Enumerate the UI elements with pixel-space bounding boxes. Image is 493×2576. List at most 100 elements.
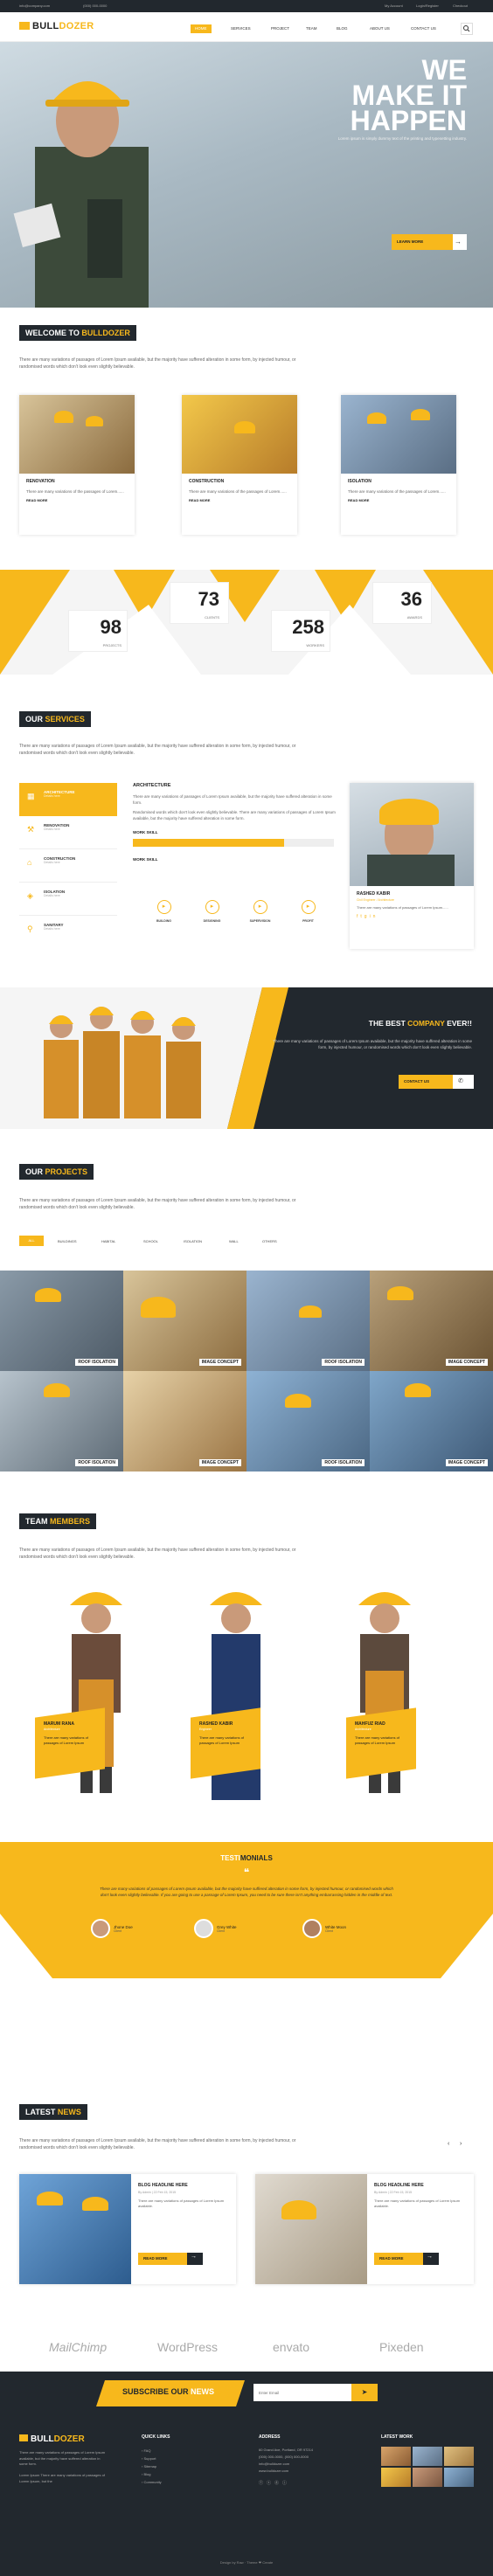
linkedin-icon[interactable]: in <box>370 914 378 919</box>
projects-text: There are many variations of passages of… <box>19 1198 296 1210</box>
hero-line3: HAPPEN <box>350 105 467 136</box>
work-thumb[interactable] <box>381 2447 411 2466</box>
prev-arrow-icon[interactable]: ‹ <box>448 2141 449 2147</box>
testimonial-person-1[interactable]: Jhone Doe Client <box>91 1919 133 1938</box>
filter-buildings[interactable]: BUILDINGS <box>58 1239 77 1243</box>
engineer-card: RASHED KABIR Civil Engineer / Architectur… <box>350 783 474 949</box>
filter-habital[interactable]: HABITAL <box>101 1239 115 1243</box>
contact-us-button[interactable]: CONTACT US ✆ <box>399 1075 474 1089</box>
next-arrow-icon[interactable]: › <box>460 2141 462 2147</box>
top-bar: info@company.com (000) 000-0000 My Accou… <box>0 0 493 12</box>
email-text: info@company.com <box>19 3 51 8</box>
linkedin-icon[interactable]: ⓘ <box>282 2481 290 2486</box>
service-item-renovation[interactable]: ⚒ RENOVATION Details here <box>19 816 117 849</box>
service-item-sanitary[interactable]: ⚲ SANITARY Details here <box>19 916 117 949</box>
footer-logo[interactable]: BULLDOZER <box>19 2434 85 2444</box>
partner-wordpress[interactable]: WordPress <box>157 2340 218 2354</box>
login-link[interactable]: Login/Register <box>416 3 439 8</box>
news-post-2[interactable]: BLOG HEADLINE HERE By Admin | 22 Feb 15, … <box>255 2174 474 2284</box>
nav-about[interactable]: ABOUT US <box>365 24 394 33</box>
web-line: www.bulldozer.com <box>259 2469 289 2473</box>
project-tile-8[interactable]: IMAGE CONCEPT <box>370 1371 493 1472</box>
read-more-link[interactable]: READ MORE <box>189 498 290 502</box>
service-item-architecture[interactable]: ▦ ARCHITECTURE Details here <box>19 783 117 816</box>
project-tile-4[interactable]: IMAGE CONCEPT <box>370 1271 493 1371</box>
service-item-isolation[interactable]: ◈ ISOLATION Details here <box>19 883 117 916</box>
nav-home[interactable]: HOME <box>191 24 212 33</box>
filter-others[interactable]: OTHERS <box>262 1239 277 1243</box>
testimonial-person-2[interactable]: Grey White Client <box>194 1919 237 1938</box>
nav-blog[interactable]: BLOG <box>332 24 352 33</box>
testimonials-title: TESTIMONIALS <box>220 1854 273 1862</box>
latest-work-grid <box>381 2447 476 2508</box>
project-tile-2[interactable]: IMAGE CONCEPT <box>123 1271 246 1371</box>
project-tile-5[interactable]: ROOF ISOLATION <box>0 1371 123 1472</box>
welcome-card-1[interactable]: RENOVATION There are many variations of t… <box>19 395 135 535</box>
footer-about: There are many variations of passages of… <box>19 2450 106 2466</box>
read-more-button[interactable]: READ MORE → <box>374 2253 439 2265</box>
copyright: Design by Raw · Theme ❤ Create <box>219 2560 274 2565</box>
engineer-text: There are many variations of passages of… <box>357 905 448 910</box>
card-text: There are many variations of the passage… <box>189 489 287 494</box>
quick-link-support[interactable]: › Support <box>142 2455 162 2462</box>
quick-link-faq[interactable]: › FAQ <box>142 2447 162 2455</box>
search-icon[interactable] <box>461 23 473 35</box>
quick-links-list: › FAQ › Support › Sitemap › Blog › Commu… <box>142 2447 162 2486</box>
faucet-icon: ⚲ <box>27 924 33 933</box>
project-tile-7[interactable]: ROOF ISOLATION <box>246 1371 370 1472</box>
filter-isolation[interactable]: ISOLATION <box>184 1239 202 1243</box>
nav-services[interactable]: SERVICES <box>226 24 255 33</box>
welcome-card-3[interactable]: ISOLATION There are many variations of th… <box>341 395 456 535</box>
work-thumb[interactable] <box>413 2468 442 2487</box>
filter-school[interactable]: SCHOOL <box>143 1239 158 1243</box>
facebook-icon[interactable]: ⓕ <box>259 2481 267 2486</box>
quick-link-community[interactable]: › Community <box>142 2478 162 2486</box>
read-more-link[interactable]: READ MORE <box>26 498 128 502</box>
nav-contact[interactable]: CONTACT US <box>406 24 441 33</box>
phone-line: (000) 000-0000, (000) 000-0000 <box>259 2455 309 2459</box>
play-icon: ▸ <box>205 900 219 914</box>
send-icon[interactable]: ➤ <box>351 2384 378 2401</box>
avatar <box>91 1919 110 1938</box>
nav-project[interactable]: PROJECT <box>267 24 294 33</box>
quick-link-sitemap[interactable]: › Sitemap <box>142 2462 162 2470</box>
avatar <box>302 1919 322 1938</box>
work-thumb[interactable] <box>444 2447 474 2466</box>
stat-projects: 98 PROJECTS <box>68 610 128 652</box>
read-more-button[interactable]: READ MORE → <box>138 2253 203 2265</box>
welcome-card-2[interactable]: CONSTRUCTION There are many variations of… <box>182 395 297 535</box>
subscribe-email-input[interactable] <box>253 2384 351 2401</box>
testimonials-section <box>0 1842 493 1978</box>
testimonial-person-3[interactable]: White Moon Client <box>302 1919 346 1938</box>
read-more-link[interactable]: READ MORE <box>348 498 449 502</box>
post-text: There are many variations of passages of… <box>138 2199 225 2208</box>
work-thumb[interactable] <box>444 2468 474 2487</box>
quick-link-blog[interactable]: › Blog <box>142 2470 162 2478</box>
email-line: info@bulldozer.com <box>259 2462 290 2466</box>
partner-envato[interactable]: envato <box>273 2340 309 2354</box>
gplus-icon[interactable]: ⓖ <box>274 2481 282 2486</box>
brand-logo[interactable]: BULLDOZER <box>19 21 94 31</box>
my-account-link[interactable]: My Account <box>385 3 403 8</box>
news-post-1[interactable]: BLOG HEADLINE HERE By Admin | 22 Feb 15, … <box>19 2174 236 2284</box>
work-skill-progress <box>133 839 334 847</box>
service-item-construction[interactable]: ⌂ CONSTRUCTION Details here <box>19 849 117 883</box>
nav-team[interactable]: TEAM <box>302 24 322 33</box>
partner-mailchimp[interactable]: MailChimp <box>49 2340 107 2354</box>
project-tile-3[interactable]: ROOF ISOLATION <box>246 1271 370 1371</box>
post-title: BLOG HEADLINE HERE <box>138 2183 188 2188</box>
hero-button[interactable]: LEARN MORE → <box>392 234 467 250</box>
address-list: 60 Grand Ave, Portland, OR 97214 (000) 0… <box>259 2447 364 2475</box>
checkout-link[interactable]: Checkout <box>453 3 468 8</box>
filter-all[interactable]: ALL <box>19 1236 44 1246</box>
work-steps: ▸ BUILDING ▸ DESIGNING ▸ SUPERVISION ▸ PROFI… <box>140 900 332 935</box>
project-tile-6[interactable]: IMAGE CONCEPT <box>123 1371 246 1472</box>
card-title: ISOLATION <box>348 479 371 484</box>
filter-wall[interactable]: WALL <box>229 1239 239 1243</box>
twitter-icon[interactable]: ⓣ <box>267 2481 274 2486</box>
testimonial-text: There are many variations of passages of… <box>100 1887 393 1897</box>
work-thumb[interactable] <box>413 2447 442 2466</box>
project-tile-1[interactable]: ROOF ISOLATION <box>0 1271 123 1371</box>
work-thumb[interactable] <box>381 2468 411 2487</box>
partner-pixeden[interactable]: Pixeden <box>379 2340 424 2354</box>
